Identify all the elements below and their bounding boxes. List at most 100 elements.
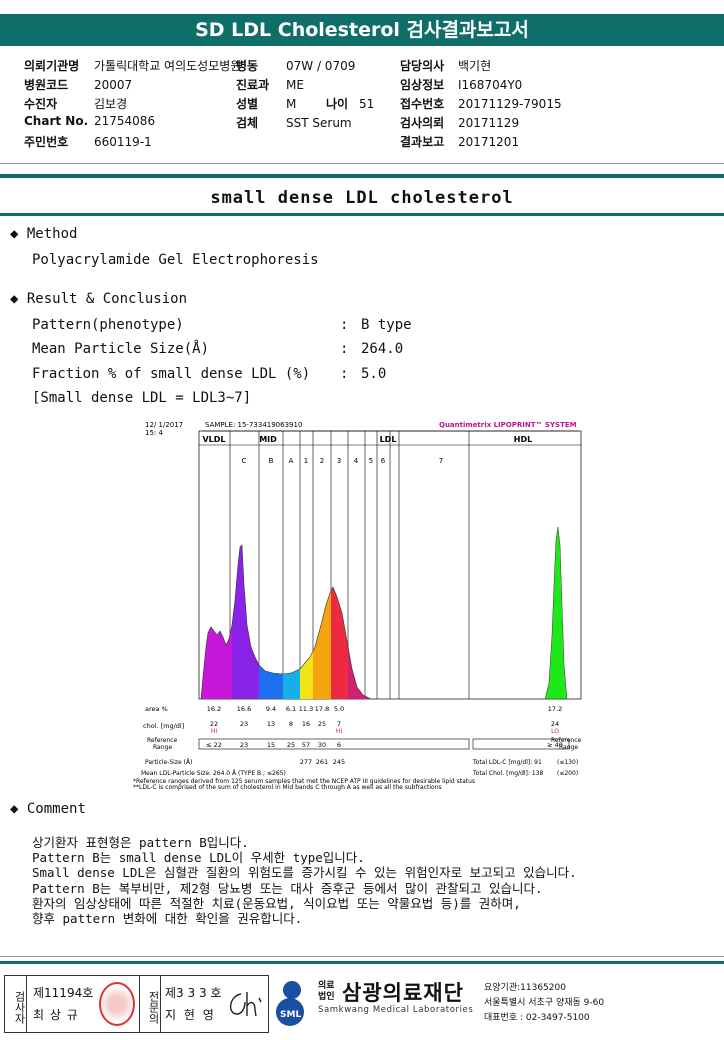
chart-sample: SAMPLE: 15-733419063910 (205, 421, 302, 429)
info-value: 21754086 (94, 114, 156, 128)
info-label: 담당의사 (400, 59, 445, 73)
sml-text: SML (280, 1010, 301, 1020)
info-value: I168704Y0 (458, 78, 523, 92)
area-value: 16.6 (237, 705, 251, 713)
org-name-en: Samkwang Medical Laboratories (318, 1005, 474, 1015)
info-label: 의뢰기관명 (24, 59, 80, 73)
info-label: 병원코드 (24, 78, 69, 92)
chart-footnote: *Reference ranges derived from 125 serum… (133, 778, 475, 785)
comment-text: 상기환자 표현형은 pattern B입니다. Pattern B는 small… (32, 835, 577, 927)
area-value: 5.0 (334, 705, 344, 713)
lipoprint-chart: 12/ 1/2017 15: 4 SAMPLE: 15-733419063910… (133, 415, 585, 792)
info-col3: 담당의사 백기현 임상정보 I168704Y0 접수번호 20171129-79015… (400, 57, 562, 152)
band-label: 1 (304, 457, 308, 465)
info-label: 주민번호 (24, 135, 69, 149)
chart-time: 15: 4 (145, 429, 163, 437)
org-name: 삼광의료재단 (342, 981, 464, 1005)
inspector-id: 제11194호 (33, 986, 94, 1000)
total-ldl: Total LDL-C [mg/dl]: 91 (472, 759, 542, 766)
dept-value: ME (286, 78, 304, 92)
area-label: area % (145, 705, 168, 713)
info-value: 660119-1 (94, 135, 152, 149)
area-value: 17.2 (548, 705, 562, 713)
signature-box: 검사자 제11194호 최 상 규 전문의 제3 3 3 호 지 현 영 (4, 975, 269, 1033)
area-value: 16.2 (207, 705, 221, 713)
sex-label: 성별 (236, 97, 259, 111)
chol-value: 13 (267, 720, 275, 728)
divider (0, 163, 724, 164)
info-value: 20171129 (458, 116, 520, 130)
chart-bg (133, 415, 585, 792)
result-value: 264.0 (361, 341, 404, 357)
org-type: 의료 법인 (318, 981, 335, 1003)
chart-brand: Quantimetrix LIPOPRINT™ SYSTEM (439, 421, 577, 429)
result-value: 5.0 (361, 366, 387, 382)
chol-value: 7 (337, 720, 341, 728)
result-colon: : (340, 366, 349, 382)
result-label: Fraction % of small dense LDL (%) (32, 366, 311, 382)
group-label: VLDL (202, 435, 225, 444)
org-small: 의료 (318, 981, 335, 991)
particle-value: 245 (333, 758, 345, 766)
signature-icon (230, 992, 262, 1017)
ref-label: Range (153, 744, 172, 751)
method-heading-text: Method (26, 226, 78, 242)
area-value: 11.3 (299, 705, 313, 713)
chol-value: 22 (210, 720, 218, 728)
band-label: C (242, 457, 247, 465)
sml-logo-icon: SML (272, 976, 312, 1026)
ref-label: Reference (147, 737, 178, 744)
diamond-icon: ◆ (10, 226, 19, 242)
specialist-label: 전문의 (139, 976, 161, 1032)
ref-value: 57 (302, 741, 310, 749)
specialist-id: 제3 3 3 호 (165, 986, 222, 1000)
comment-heading-text: Comment (26, 801, 86, 817)
band-label: 7 (439, 457, 443, 465)
dept-label: 진료과 (236, 78, 270, 92)
age-label: 나이 (326, 97, 349, 111)
specimen-value: SST Serum (286, 116, 352, 130)
ward-value: 07W / 0709 (286, 59, 356, 73)
ref-value: ≥ 40 (547, 741, 563, 749)
chol-flag: LO (551, 728, 559, 735)
ref-value: 25 (287, 741, 295, 749)
divider (0, 213, 724, 216)
particle-value: 277 (300, 758, 312, 766)
chol-value: 25 (318, 720, 326, 728)
chol-flag: HI (211, 728, 218, 735)
org-phone: 대표번호 : 02-3497-5100 (484, 1013, 590, 1023)
info-value: 20007 (94, 78, 133, 92)
ref-value: 30 (318, 741, 326, 749)
group-label: MID (259, 435, 277, 444)
area-value: 9.4 (266, 705, 276, 713)
chart-date: 12/ 1/2017 (145, 421, 183, 429)
result-heading: ◆ Result & Conclusion (10, 291, 187, 307)
result-value: B type (361, 317, 412, 333)
comment-heading: ◆ Comment (10, 801, 86, 817)
mean-size-label: Mean LDL-Particle Size: 264.0 Å (TYPE B … (141, 770, 286, 777)
section-title: small dense LDL cholesterol (210, 188, 514, 208)
info-col2: 병동 07W / 0709 진료과 ME 성별 M 나이 51 검체 SST Serum (236, 57, 374, 133)
org-code: 요양기관:11365200 (484, 983, 566, 993)
org-small: 법인 (318, 992, 335, 1002)
specimen-label: 검체 (236, 116, 259, 130)
result-note: [Small dense LDL = LDL3~7] (32, 390, 252, 406)
inspector-label: 검사자 (5, 976, 27, 1032)
diamond-icon: ◆ (10, 291, 19, 307)
group-label: HDL (514, 435, 532, 444)
info-value: 김보경 (94, 97, 128, 111)
ref-value: ≤ 22 (206, 741, 222, 749)
ref-value: 15 (267, 741, 275, 749)
result-label: Mean Particle Size(Å) (32, 341, 210, 357)
ref-value: 6 (337, 741, 341, 749)
divider (0, 961, 724, 964)
band-label: 6 (381, 457, 386, 465)
info-col1: 의뢰기관명 가톨릭대학교 여의도성모병원 병원코드 20007 수진자 김보경 Cha… (24, 57, 241, 152)
sex-value: M (286, 97, 297, 111)
divider (0, 956, 724, 957)
chol-value: 8 (289, 720, 293, 728)
area-value: 17.8 (315, 705, 329, 713)
group-label: LDL (380, 435, 397, 444)
chart-footnote: **LDL-C is comprised of the sum of chole… (133, 784, 442, 791)
chol-label: chol. [mg/dl] (143, 722, 184, 730)
